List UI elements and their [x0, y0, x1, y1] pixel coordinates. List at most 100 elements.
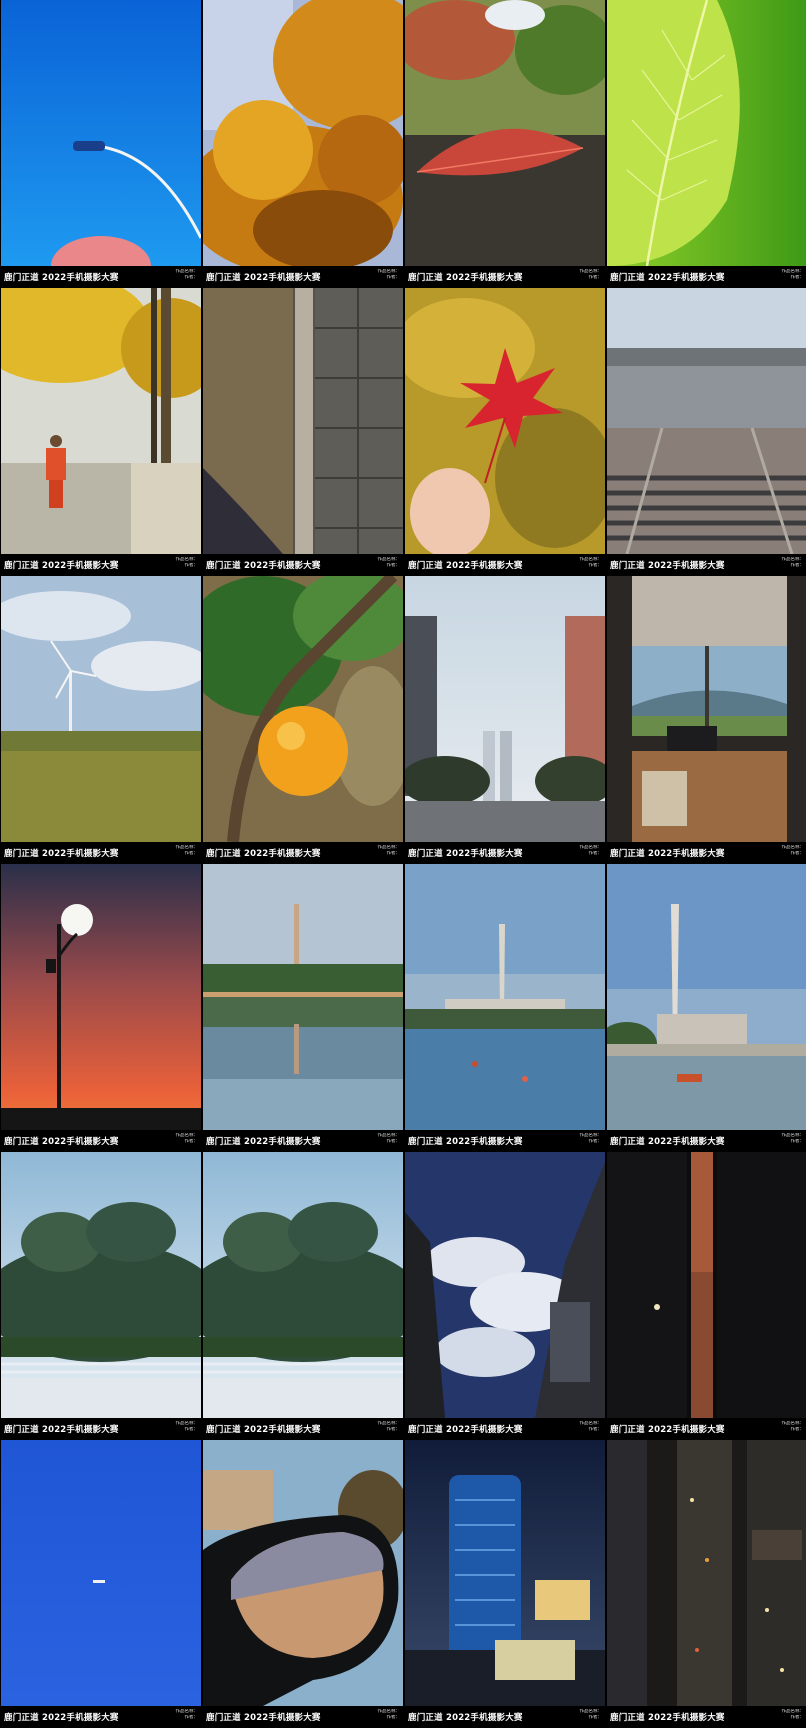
photo[interactable]: [405, 288, 605, 554]
photo-card[interactable]: 鹿门正道 2022手机摄影大赛 作品名称： 作者：: [607, 864, 806, 1152]
photo[interactable]: [1, 1152, 201, 1418]
photo-card[interactable]: 鹿门正道 2022手机摄影大赛 作品名称： 作者：: [405, 1152, 605, 1440]
photo[interactable]: [405, 864, 605, 1130]
caption-title: 鹿门正道 2022手机摄影大赛: [206, 1425, 321, 1435]
photo[interactable]: [607, 0, 806, 266]
caption-title: 鹿门正道 2022手机摄影大赛: [4, 849, 119, 859]
photo-card[interactable]: 鹿门正道 2022手机摄影大赛 作品名称： 作者：: [607, 1152, 806, 1440]
caption-title: 鹿门正道 2022手机摄影大赛: [206, 1713, 321, 1723]
caption-info: 作品名称： 作者：: [377, 845, 401, 856]
caption-title: 鹿门正道 2022手机摄影大赛: [408, 1713, 523, 1723]
caption-info: 作品名称： 作者：: [781, 557, 805, 568]
caption-title: 鹿门正道 2022手机摄影大赛: [206, 849, 321, 859]
photo-card[interactable]: 鹿门正道 2022手机摄影大赛 作品名称： 作者：: [203, 576, 403, 864]
caption-info: 作品名称： 作者：: [579, 557, 603, 568]
caption-title: 鹿门正道 2022手机摄影大赛: [610, 1425, 725, 1435]
caption-info: 作品名称： 作者：: [175, 1709, 199, 1720]
caption-info: 作品名称： 作者：: [377, 269, 401, 280]
photo-card[interactable]: 鹿门正道 2022手机摄影大赛 作品名称： 作者：: [1, 864, 201, 1152]
photo[interactable]: [607, 1152, 806, 1418]
photo[interactable]: [203, 864, 403, 1130]
caption-title: 鹿门正道 2022手机摄影大赛: [206, 273, 321, 283]
photo-card[interactable]: 鹿门正道 2022手机摄影大赛 作品名称： 作者：: [1, 1152, 201, 1440]
photo[interactable]: [405, 576, 605, 842]
photo-card[interactable]: 鹿门正道 2022手机摄影大赛 作品名称： 作者：: [607, 1440, 806, 1728]
photo[interactable]: [203, 1152, 403, 1418]
caption-info: 作品名称： 作者：: [579, 1133, 603, 1144]
photo[interactable]: [1, 1440, 201, 1706]
photo[interactable]: [203, 0, 403, 266]
photo[interactable]: [405, 1440, 605, 1706]
photo-card[interactable]: 鹿门正道 2022手机摄影大赛 作品名称： 作者：: [203, 864, 403, 1152]
caption-info: 作品名称： 作者：: [175, 1421, 199, 1432]
photo-card[interactable]: 鹿门正道 2022手机摄影大赛 作品名称： 作者：: [1, 288, 201, 576]
caption-info: 作品名称： 作者：: [175, 1133, 199, 1144]
caption-title: 鹿门正道 2022手机摄影大赛: [610, 1137, 725, 1147]
caption-info: 作品名称： 作者：: [781, 1133, 805, 1144]
photo-caption: 鹿门正道 2022手机摄影大赛 作品名称： 作者：: [607, 1418, 806, 1440]
photo-caption: 鹿门正道 2022手机摄影大赛 作品名称： 作者：: [1, 842, 201, 864]
photo-card[interactable]: 鹿门正道 2022手机摄影大赛 作品名称： 作者：: [405, 0, 605, 288]
photo-card[interactable]: 鹿门正道 2022手机摄影大赛 作品名称： 作者：: [1, 1440, 201, 1728]
photo-card[interactable]: 鹿门正道 2022手机摄影大赛 作品名称： 作者：: [405, 576, 605, 864]
photo[interactable]: [1, 864, 201, 1130]
caption-info: 作品名称： 作者：: [377, 1133, 401, 1144]
photo-card[interactable]: 鹿门正道 2022手机摄影大赛 作品名称： 作者：: [607, 0, 806, 288]
photo[interactable]: [607, 576, 806, 842]
caption-title: 鹿门正道 2022手机摄影大赛: [206, 1137, 321, 1147]
photo-grid: 鹿门正道 2022手机摄影大赛 作品名称： 作者： 鹿门正道 2022手机摄影大赛…: [0, 0, 806, 1728]
caption-info: 作品名称： 作者：: [377, 1421, 401, 1432]
photo[interactable]: [203, 1440, 403, 1706]
photo-caption: 鹿门正道 2022手机摄影大赛 作品名称： 作者：: [607, 1706, 806, 1728]
photo[interactable]: [607, 288, 806, 554]
caption-title: 鹿门正道 2022手机摄影大赛: [610, 273, 725, 283]
caption-title: 鹿门正道 2022手机摄影大赛: [408, 1137, 523, 1147]
caption-info: 作品名称： 作者：: [175, 845, 199, 856]
photo-card[interactable]: 鹿门正道 2022手机摄影大赛 作品名称： 作者：: [203, 288, 403, 576]
photo-card[interactable]: 鹿门正道 2022手机摄影大赛 作品名称： 作者：: [405, 288, 605, 576]
photo[interactable]: [203, 576, 403, 842]
photo-card[interactable]: 鹿门正道 2022手机摄影大赛 作品名称： 作者：: [405, 1440, 605, 1728]
photo-caption: 鹿门正道 2022手机摄影大赛 作品名称： 作者：: [405, 1706, 605, 1728]
caption-title: 鹿门正道 2022手机摄影大赛: [4, 1137, 119, 1147]
photo[interactable]: [1, 576, 201, 842]
caption-title: 鹿门正道 2022手机摄影大赛: [610, 561, 725, 571]
photo-card[interactable]: 鹿门正道 2022手机摄影大赛 作品名称： 作者：: [203, 0, 403, 288]
caption-title: 鹿门正道 2022手机摄影大赛: [4, 1713, 119, 1723]
photo-card[interactable]: 鹿门正道 2022手机摄影大赛 作品名称： 作者：: [607, 288, 806, 576]
photo-caption: 鹿门正道 2022手机摄影大赛 作品名称： 作者：: [203, 554, 403, 576]
photo-caption: 鹿门正道 2022手机摄影大赛 作品名称： 作者：: [607, 842, 806, 864]
photo-card[interactable]: 鹿门正道 2022手机摄影大赛 作品名称： 作者：: [1, 576, 201, 864]
photo[interactable]: [607, 1440, 806, 1706]
caption-info: 作品名称： 作者：: [781, 269, 805, 280]
photo[interactable]: [1, 0, 201, 266]
photo-caption: 鹿门正道 2022手机摄影大赛 作品名称： 作者：: [607, 554, 806, 576]
photo-card[interactable]: 鹿门正道 2022手机摄影大赛 作品名称： 作者：: [607, 576, 806, 864]
photo-caption: 鹿门正道 2022手机摄影大赛 作品名称： 作者：: [203, 1418, 403, 1440]
photo-caption: 鹿门正道 2022手机摄影大赛 作品名称： 作者：: [203, 1130, 403, 1152]
caption-title: 鹿门正道 2022手机摄影大赛: [4, 1425, 119, 1435]
photo-caption: 鹿门正道 2022手机摄影大赛 作品名称： 作者：: [405, 554, 605, 576]
caption-info: 作品名称： 作者：: [377, 557, 401, 568]
caption-title: 鹿门正道 2022手机摄影大赛: [408, 849, 523, 859]
photo[interactable]: [203, 288, 403, 554]
photo[interactable]: [1, 288, 201, 554]
caption-title: 鹿门正道 2022手机摄影大赛: [408, 1425, 523, 1435]
caption-info: 作品名称： 作者：: [377, 1709, 401, 1720]
photo-card[interactable]: 鹿门正道 2022手机摄影大赛 作品名称： 作者：: [203, 1440, 403, 1728]
photo[interactable]: [405, 0, 605, 266]
photo-caption: 鹿门正道 2022手机摄影大赛 作品名称： 作者：: [405, 1418, 605, 1440]
photo[interactable]: [607, 864, 806, 1130]
photo-caption: 鹿门正道 2022手机摄影大赛 作品名称： 作者：: [1, 1706, 201, 1728]
photo-caption: 鹿门正道 2022手机摄影大赛 作品名称： 作者：: [1, 266, 201, 288]
photo-card[interactable]: 鹿门正道 2022手机摄影大赛 作品名称： 作者：: [203, 1152, 403, 1440]
caption-info: 作品名称： 作者：: [781, 845, 805, 856]
caption-info: 作品名称： 作者：: [781, 1421, 805, 1432]
photo-caption: 鹿门正道 2022手机摄影大赛 作品名称： 作者：: [203, 1706, 403, 1728]
photo-caption: 鹿门正道 2022手机摄影大赛 作品名称： 作者：: [1, 1130, 201, 1152]
photo[interactable]: [405, 1152, 605, 1418]
caption-info: 作品名称： 作者：: [175, 269, 199, 280]
photo-caption: 鹿门正道 2022手机摄影大赛 作品名称： 作者：: [1, 1418, 201, 1440]
photo-card[interactable]: 鹿门正道 2022手机摄影大赛 作品名称： 作者：: [1, 0, 201, 288]
photo-card[interactable]: 鹿门正道 2022手机摄影大赛 作品名称： 作者：: [405, 864, 605, 1152]
